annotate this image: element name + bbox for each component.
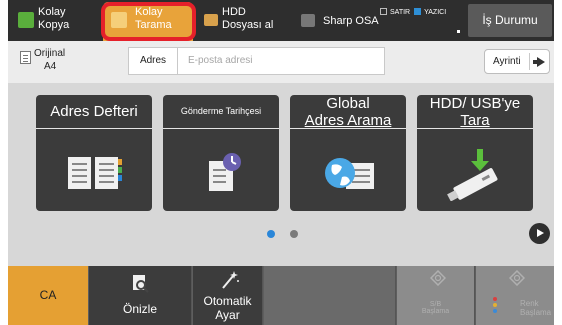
start-color-icon <box>509 270 525 286</box>
card-title-line1: Global <box>326 94 370 112</box>
sharp-osa-icon <box>301 14 315 27</box>
card-title: HDD/ USB'ye Tara <box>417 95 533 129</box>
tab-kolay-kopya[interactable]: Kolay Kopya <box>8 0 98 41</box>
tab-sharp-osa-label: Sharp OSA <box>323 15 379 27</box>
detail-button-label: Ayrinti <box>493 56 521 67</box>
original-size-button[interactable]: Orijinal A4 <box>20 45 70 77</box>
document-icon <box>20 51 31 64</box>
card-title: Gönderme Tarihçesi <box>163 95 279 129</box>
address-book-card[interactable]: Adres Defteri <box>36 95 152 211</box>
tab-hdd-dosyasi-al[interactable]: HDD Dosyası al <box>198 0 288 41</box>
legend-yazici: YAZICI <box>424 9 447 16</box>
address-book-icon <box>68 157 122 189</box>
address-row: Orijinal A4 Adres E-posta adresi Ayrinti <box>8 41 554 83</box>
device-screen: Kolay Kopya Kolay Tarama HDD Dosyası al … <box>8 0 554 325</box>
tab-sharp-osa[interactable]: Sharp OSA <box>293 0 383 41</box>
card-title: Global Adres Arama <box>290 95 406 129</box>
tab-kolay-kopya-label: Kolay Kopya <box>38 6 70 31</box>
send-history-card[interactable]: Gönderme Tarihçesi <box>163 95 279 211</box>
send-history-icon <box>209 153 241 191</box>
preview-button[interactable]: Önizle <box>88 266 191 325</box>
tarama-icon <box>111 12 127 28</box>
auto-set-label: Otomatik Ayar <box>203 294 252 322</box>
color-dots-icon <box>493 297 497 313</box>
card-title-line2: Adres Arama <box>304 111 392 129</box>
auto-set-button[interactable]: Otomatik Ayar <box>192 266 262 325</box>
global-address-search-card[interactable]: Global Adres Arama <box>290 95 406 211</box>
preview-label: Önizle <box>122 302 157 316</box>
arrow-right-icon <box>533 57 545 67</box>
preview-icon <box>133 275 149 293</box>
email-address-input[interactable]: E-posta adresi <box>178 47 385 75</box>
main-area: Adres Defteri Gönderme Tarihçesi Global … <box>8 83 554 266</box>
detail-divider <box>529 53 530 70</box>
start-bw-icon <box>430 270 446 286</box>
legend-on-square <box>414 8 422 15</box>
legend-off-square <box>380 8 387 15</box>
blank-button <box>263 266 395 325</box>
bw-start-button[interactable]: S/B Başlama <box>396 266 474 325</box>
auto-set-icon <box>222 271 239 289</box>
bottom-bar: CA Önizle Otomatik Ayar S/B Başlama Renk… <box>8 266 554 325</box>
color-start-button[interactable]: Renk Başlama <box>475 266 554 325</box>
card-title-line1: HDD/ USB'ye <box>429 94 521 112</box>
card-title: Adres Defteri <box>36 95 152 129</box>
tab-hdd-label: HDD Dosyası al <box>222 6 274 31</box>
detail-button[interactable]: Ayrinti <box>484 49 550 74</box>
tab-kolay-tarama[interactable]: Kolay Tarama <box>103 2 193 41</box>
tab-kolay-tarama-label: Kolay Tarama <box>135 6 172 31</box>
original-size: A4 <box>44 61 57 72</box>
address-label: Adres <box>128 47 178 75</box>
pager-dot[interactable] <box>290 230 298 238</box>
kopya-icon <box>18 12 34 28</box>
globe-book-icon <box>325 158 374 189</box>
status-legend: SATIR YAZICI <box>380 8 446 16</box>
next-page-button[interactable] <box>529 223 550 244</box>
top-tab-bar: Kolay Kopya Kolay Tarama HDD Dosyası al … <box>8 0 554 41</box>
clear-all-button[interactable]: CA <box>8 266 88 325</box>
usb-drive-icon <box>447 149 498 201</box>
card-title-line2: Tara <box>460 111 490 129</box>
job-status-button[interactable]: İş Durumu <box>468 4 552 37</box>
bw-start-label: S/B Başlama <box>421 301 450 315</box>
legend-satir: SATIR <box>390 9 411 16</box>
original-label: Orijinal <box>34 48 66 59</box>
hdd-folder-icon <box>204 14 218 26</box>
indicator-dot <box>457 30 460 33</box>
color-start-label: Renk Başlama <box>520 299 552 317</box>
pager-dot-active[interactable] <box>267 230 275 238</box>
scan-to-hdd-usb-card[interactable]: HDD/ USB'ye Tara <box>417 95 533 211</box>
